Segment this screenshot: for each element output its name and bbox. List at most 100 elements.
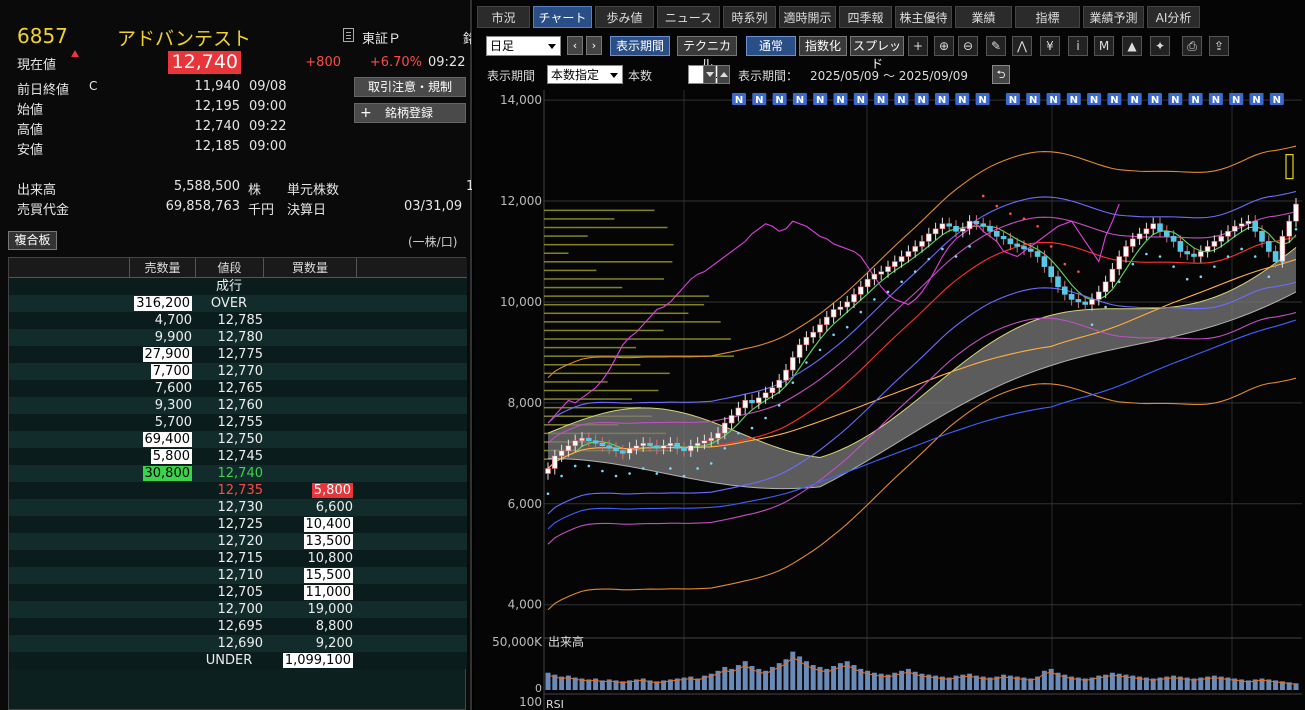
tab-item[interactable]: 時系列	[723, 6, 776, 28]
export-icon[interactable]: ⇪	[1209, 36, 1229, 56]
register-label: 銘柄登録	[385, 106, 434, 120]
register-button[interactable]: + 銘柄登録	[354, 103, 466, 123]
composite-board-tab[interactable]: 複合板	[8, 231, 57, 250]
tab-item[interactable]: 市況	[477, 6, 530, 28]
tab-item[interactable]: 株主優待	[895, 6, 952, 28]
board-row[interactable]: 7,700 12,770	[9, 363, 467, 380]
volume-label: 出来高	[17, 183, 57, 198]
news-marker: N	[732, 93, 746, 106]
board-row[interactable]: 12,715 10,800	[9, 550, 467, 567]
news-marker: N	[752, 93, 767, 106]
sar-dot	[1199, 275, 1203, 279]
tab-item[interactable]: ニュース	[657, 6, 720, 28]
quote-mark: C	[89, 79, 98, 93]
tab-item[interactable]: 歩み値	[595, 6, 654, 28]
chevron-left-icon[interactable]: ‹	[567, 36, 583, 55]
period-select[interactable]: 日足	[486, 36, 561, 56]
news-marker: N	[1005, 93, 1020, 106]
price-chart[interactable]: 14,000 12,000 10,000 8,000 6,000 4,000 N N N N N N N…	[474, 90, 1305, 710]
board-row[interactable]: 5,800 12,745	[9, 448, 467, 465]
board-row[interactable]: 7,600 12,765	[9, 380, 467, 397]
board-row[interactable]: 4,700 12,785	[9, 312, 467, 329]
tab-item[interactable]: 四季報	[839, 6, 892, 28]
board-row[interactable]: 316,200 OVER	[9, 295, 467, 312]
volume-profile-bar	[544, 406, 641, 409]
price-level: 12,745	[217, 449, 264, 464]
print-icon[interactable]: ⎙	[1182, 36, 1202, 56]
candlestick	[1055, 276, 1061, 288]
board-row[interactable]: 12,720 13,500	[9, 533, 467, 550]
quote-label: 高値	[17, 123, 44, 138]
board-row[interactable]: 9,900 12,780	[9, 329, 467, 346]
zoom-out-icon[interactable]: ⊖	[958, 36, 978, 56]
price-level: 12,740	[217, 466, 264, 481]
news-marker-label: N	[1070, 95, 1078, 106]
tab-item[interactable]: 適時開示	[779, 6, 836, 28]
chevron-right-icon[interactable]: ›	[586, 36, 602, 55]
pencil-icon[interactable]: ✎	[986, 36, 1006, 56]
board-row[interactable]: UNDER 1,099,100	[9, 652, 467, 669]
candlestick	[1163, 230, 1170, 237]
board-row[interactable]: 12,735 5,800	[9, 482, 467, 499]
news-marker-label: N	[958, 95, 966, 106]
spread-button[interactable]: スプレッド	[850, 36, 904, 71]
tab-item[interactable]: AI分析	[1147, 6, 1200, 28]
caution-button[interactable]: 取引注意・規制	[354, 77, 466, 97]
candlestick	[796, 344, 803, 358]
candlestick	[722, 422, 728, 434]
technical-button[interactable]: テクニカル	[677, 36, 737, 71]
market-order-row[interactable]: 成行	[9, 278, 467, 295]
document-icon[interactable]	[343, 28, 354, 42]
zoom-in-icon[interactable]: ⊕	[934, 36, 954, 56]
board-row[interactable]: 12,730 6,600	[9, 499, 467, 516]
news-marker: N	[1168, 93, 1183, 106]
news-marker: N	[1046, 93, 1061, 106]
reset-icon[interactable]: ⮌	[992, 65, 1010, 84]
my-icon[interactable]: M	[1094, 36, 1114, 56]
crosshair-icon[interactable]: +	[908, 36, 928, 56]
info-icon[interactable]: i	[1068, 36, 1088, 56]
spin-up-icon[interactable]	[717, 65, 730, 84]
tab-item[interactable]: チャート	[533, 6, 592, 28]
board-row[interactable]: 30,800 12,740	[9, 465, 467, 482]
candlestick	[1197, 251, 1204, 257]
range-mode-select[interactable]: 本数指定	[547, 65, 623, 84]
news-marker-label: N	[1090, 95, 1098, 106]
news-marker: N	[914, 93, 929, 106]
tab-item[interactable]: 指標	[1015, 6, 1080, 28]
board-row[interactable]: 12,710 15,500	[9, 567, 467, 584]
spin-down-icon[interactable]	[703, 65, 716, 84]
board-row[interactable]: 12,700 19,000	[9, 601, 467, 618]
board-row[interactable]: 27,900 12,775	[9, 346, 467, 363]
pattern-icon[interactable]: ⋀	[1012, 36, 1032, 56]
board-row[interactable]: 12,705 11,000	[9, 584, 467, 601]
sar-dot	[1022, 217, 1026, 220]
tab-item[interactable]: 業績	[955, 6, 1012, 28]
board-row[interactable]: 12,690 9,200	[9, 635, 467, 652]
buy-qty	[279, 380, 353, 397]
board-row[interactable]: 12,695 8,800	[9, 618, 467, 635]
board-row[interactable]: 5,700 12,755	[9, 414, 467, 431]
display-period-button[interactable]: 表示期間	[610, 36, 670, 56]
volume-label: 出来高	[548, 634, 584, 649]
quote-time: 09:00	[249, 99, 287, 114]
candlestick	[803, 336, 810, 346]
candlestick	[1279, 236, 1286, 262]
sar-dot	[1036, 224, 1039, 228]
index-button[interactable]: 指数化	[799, 36, 847, 56]
board-row[interactable]: 9,300 12,760	[9, 397, 467, 414]
buy-qty: 10,400	[303, 517, 353, 532]
normal-button[interactable]: 通常	[746, 36, 796, 56]
board-row[interactable]: 69,400 12,750	[9, 431, 467, 448]
candlestick	[1082, 301, 1089, 305]
tab-item[interactable]: 業績予測	[1083, 6, 1144, 28]
price-level: 12,780	[217, 330, 264, 345]
volume-chart-icon[interactable]: ▲	[1122, 36, 1142, 56]
wrench-icon[interactable]: ✦	[1150, 36, 1170, 56]
news-marker-label: N	[877, 95, 885, 106]
yen-icon[interactable]: ¥	[1040, 36, 1060, 56]
volume-profile-bar	[544, 252, 569, 254]
price-change: +800	[305, 55, 341, 70]
sell-qty	[131, 499, 192, 516]
board-row[interactable]: 12,725 10,400	[9, 516, 467, 533]
